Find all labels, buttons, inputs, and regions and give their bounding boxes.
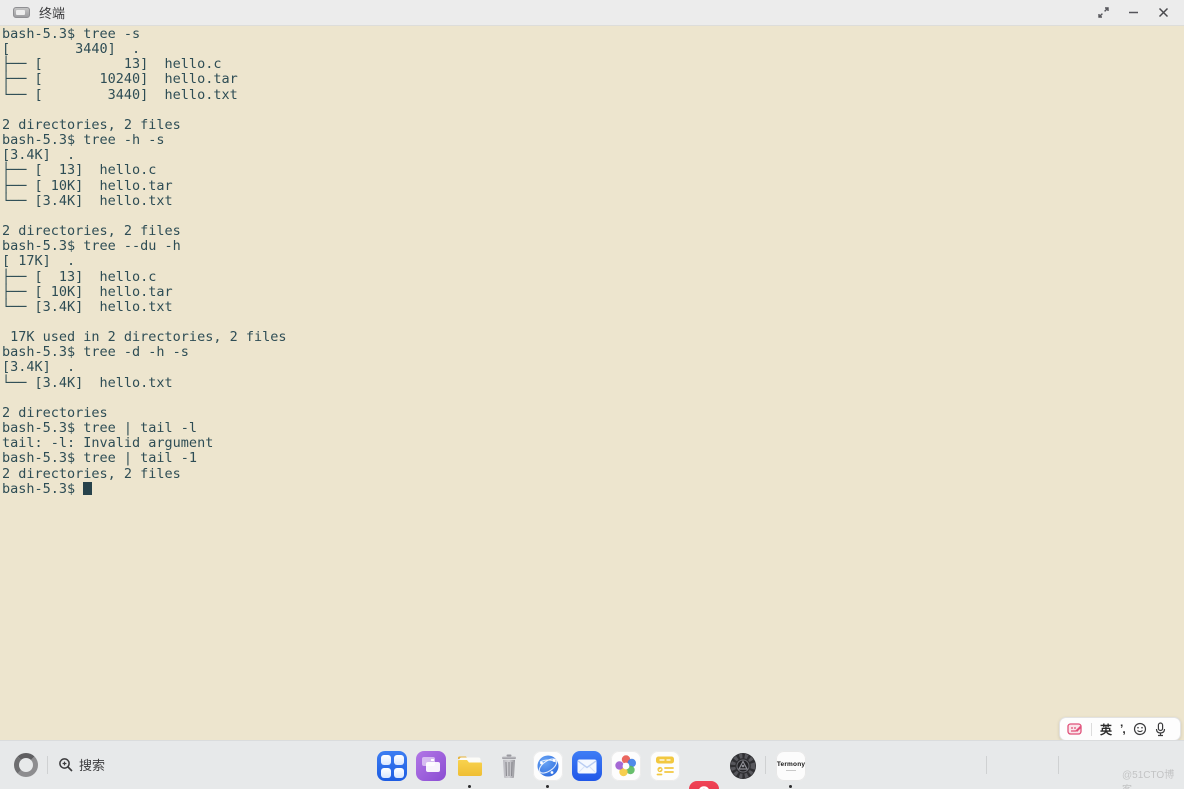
emoji-picker-icon[interactable]	[1133, 722, 1147, 736]
restore-icon	[1097, 6, 1110, 19]
tray-divider-2	[1058, 756, 1059, 774]
tray-divider-1	[986, 756, 987, 774]
ime-logo-icon[interactable]	[1067, 722, 1083, 736]
file-manager-icon[interactable]	[455, 751, 485, 781]
watermark: @51CTO博客	[1122, 766, 1184, 789]
gallery-icon[interactable]	[611, 751, 641, 781]
window-title: 终端	[39, 3, 65, 22]
restore-window-button[interactable]	[1088, 0, 1118, 26]
close-button[interactable]	[1148, 0, 1178, 26]
close-icon	[1157, 6, 1170, 19]
window-controls	[1088, 0, 1184, 25]
control-center-icon[interactable]	[728, 751, 758, 781]
file-manager-running-dot	[468, 785, 471, 788]
browser-icon[interactable]	[533, 751, 563, 781]
minimize-button[interactable]	[1118, 0, 1148, 26]
termony-running-dot	[789, 785, 792, 788]
ime-language-toggle[interactable]: 英	[1100, 721, 1112, 738]
taskbar: 搜索	[0, 740, 1184, 789]
app-gallery-icon[interactable]: App Gallery	[689, 781, 719, 789]
browser-running-dot	[546, 785, 549, 788]
terminal-cursor	[83, 482, 92, 495]
termony-subline	[786, 770, 796, 772]
launcher-button[interactable]	[14, 753, 38, 777]
terminal-content-area[interactable]: bash-5.3$ tree -s [ 3440] . ├── [ 13] he…	[0, 26, 1184, 740]
voice-input-icon[interactable]	[1155, 722, 1166, 737]
multitasking-view-icon[interactable]	[416, 751, 446, 781]
terminal-output: bash-5.3$ tree -s [ 3440] . ├── [ 13] he…	[0, 26, 1184, 497]
titlebar: 终端	[0, 0, 1184, 26]
search-icon	[58, 757, 74, 773]
taskbar-divider	[47, 756, 48, 774]
search-label: 搜索	[79, 755, 105, 774]
ime-punctuation-toggle[interactable]: ’,	[1120, 722, 1125, 736]
mail-icon[interactable]	[572, 751, 602, 781]
terminal-text: bash-5.3$ tree -s [ 3440] . ├── [ 13] he…	[2, 26, 286, 497]
terminal-app-icon	[13, 7, 30, 18]
termony-icon[interactable]: Termony	[776, 751, 806, 781]
search-button[interactable]: 搜索	[58, 755, 105, 774]
termony-label: Termony	[777, 761, 805, 768]
minimize-icon	[1127, 6, 1140, 19]
input-method-bar: 英 ’,	[1059, 717, 1181, 741]
all-apps-icon[interactable]	[377, 751, 407, 781]
trash-icon[interactable]	[494, 751, 524, 781]
dock-divider	[765, 756, 766, 774]
notes-icon[interactable]	[650, 751, 680, 781]
ime-divider	[1091, 723, 1092, 736]
